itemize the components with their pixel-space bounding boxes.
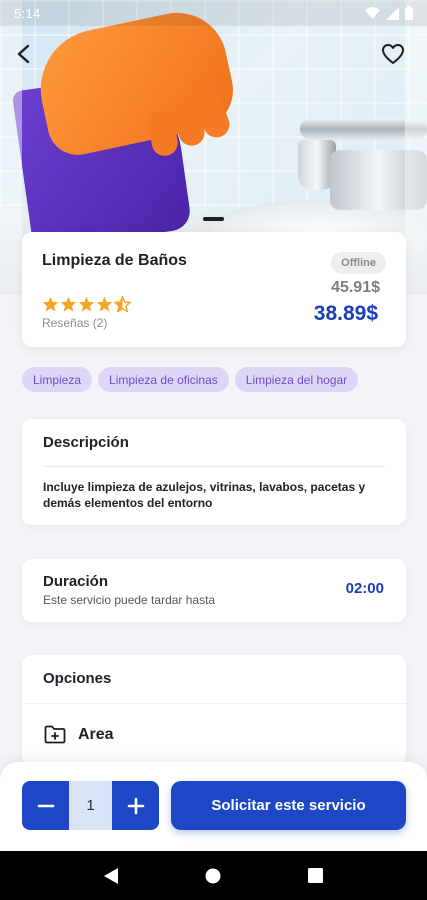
nav-home-button[interactable] (193, 856, 233, 896)
triangle-back-icon (104, 867, 119, 884)
circle-home-icon (205, 868, 221, 883)
nav-recents-button[interactable] (296, 856, 336, 896)
plus-icon (127, 797, 144, 814)
duration-heading: Duración (43, 573, 109, 590)
divider (22, 703, 406, 704)
minus-icon (37, 804, 54, 807)
increase-quantity-button[interactable] (112, 781, 159, 830)
star-icon (78, 296, 95, 312)
folder-plus-icon (44, 725, 66, 744)
carousel-indicator[interactable] (203, 217, 224, 221)
signal-icon (386, 6, 399, 20)
wifi-icon (365, 7, 380, 19)
back-button[interactable] (10, 40, 38, 68)
square-recents-icon (308, 868, 324, 883)
quantity-value[interactable]: 1 (69, 781, 112, 830)
current-price: 38.89$ (313, 302, 378, 325)
service-summary-card: Limpieza de Baños Offline Reseñas (2) 45… (22, 232, 406, 347)
tag-chip[interactable]: Limpieza del hogar (234, 367, 359, 392)
status-icons (365, 6, 413, 20)
star-icon (60, 296, 77, 312)
rating-stars (42, 296, 131, 312)
decrease-quantity-button[interactable] (22, 781, 69, 830)
battery-icon (405, 6, 413, 20)
divider (43, 466, 385, 467)
star-icon (96, 296, 113, 312)
quantity-stepper: 1 (22, 781, 159, 830)
category-tags: Limpieza Limpieza de oficinas Limpieza d… (22, 367, 359, 392)
tag-chip[interactable]: Limpieza de oficinas (98, 367, 229, 392)
service-title: Limpieza de Baños (42, 252, 187, 269)
system-nav-bar (0, 851, 427, 900)
reviews-count[interactable]: Reseñas (2) (42, 316, 107, 330)
status-bar: 5:14 (0, 0, 427, 26)
option-item-area[interactable]: Area (44, 725, 114, 744)
bottom-action-bar: 1 Solicitar este servicio (0, 762, 427, 851)
description-text: Incluye limpieza de azulejos, vitrinas, … (43, 480, 366, 510)
request-service-button[interactable]: Solicitar este servicio (171, 781, 406, 830)
nav-back-button[interactable] (91, 856, 131, 896)
tag-chip[interactable]: Limpieza (22, 367, 93, 392)
old-price: 45.91$ (331, 279, 380, 296)
description-card: Descripción Incluye limpieza de azulejos… (22, 419, 406, 525)
star-icon (42, 296, 59, 312)
favorite-button[interactable] (379, 40, 407, 68)
description-heading: Descripción (43, 434, 129, 451)
duration-value: 02:00 (345, 580, 384, 597)
status-time: 5:14 (14, 5, 41, 21)
image-edge-right (405, 0, 427, 295)
duration-card: Duración Este servicio puede tardar hast… (22, 559, 406, 622)
option-label: Area (78, 725, 114, 743)
heart-icon (382, 44, 404, 64)
options-heading: Opciones (43, 670, 112, 687)
back-arrow-icon (17, 44, 30, 64)
options-card: Opciones Area (22, 655, 406, 765)
duration-subtitle: Este servicio puede tardar hasta (43, 593, 216, 607)
star-half-icon (114, 296, 131, 312)
status-badge: Offline (331, 252, 386, 274)
